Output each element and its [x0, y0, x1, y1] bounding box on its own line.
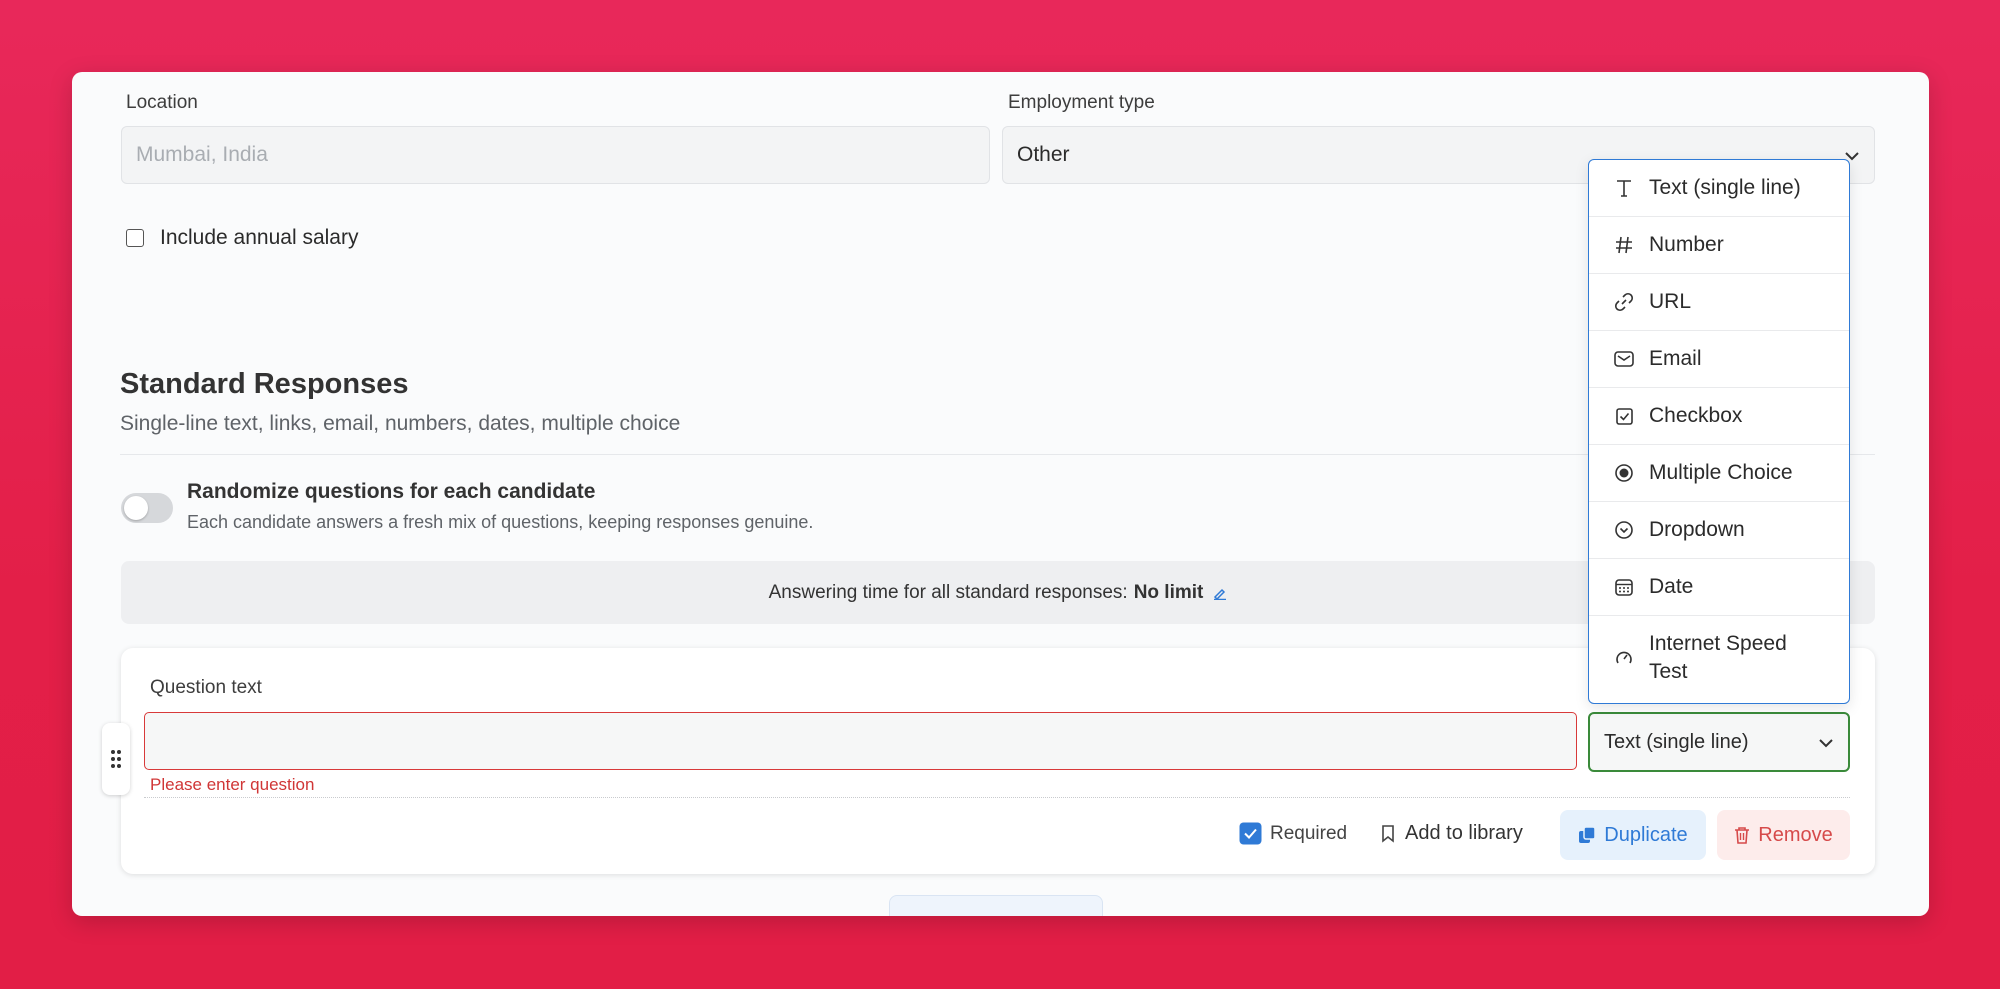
question-type-value: Text (single line): [1604, 730, 1749, 753]
text-icon: [1613, 179, 1635, 197]
bookmark-icon: [1381, 824, 1395, 843]
employment-type-value: Other: [1017, 143, 1070, 166]
link-icon: [1613, 292, 1635, 312]
duplicate-icon: [1578, 826, 1597, 844]
randomize-description: Each candidate answers a fresh mix of qu…: [187, 512, 814, 532]
hash-icon: [1613, 236, 1635, 254]
menu-item-label: Checkbox: [1649, 404, 1743, 427]
add-question-button[interactable]: [889, 895, 1103, 916]
menu-item-internet-speed-test[interactable]: Internet Speed Test: [1589, 616, 1849, 700]
menu-item-url[interactable]: URL: [1589, 274, 1849, 331]
chevron-circle-icon: [1613, 521, 1635, 539]
remove-label: Remove: [1758, 823, 1833, 846]
answering-time-value: No limit: [1133, 581, 1204, 603]
duplicate-button[interactable]: Duplicate: [1560, 810, 1706, 860]
menu-item-label: URL: [1649, 290, 1692, 313]
menu-item-text[interactable]: Text (single line): [1589, 160, 1849, 217]
menu-item-number[interactable]: Number: [1589, 217, 1849, 274]
required-checkbox-row[interactable]: Required: [1239, 822, 1347, 845]
duplicate-label: Duplicate: [1604, 823, 1688, 846]
salary-checkbox-label: Include annual salary: [160, 226, 359, 249]
menu-item-label: Number: [1649, 233, 1724, 256]
answering-time-prefix: Answering time for all standard response…: [768, 581, 1128, 603]
menu-item-date[interactable]: Date: [1589, 559, 1849, 616]
menu-item-multiple-choice[interactable]: Multiple Choice: [1589, 445, 1849, 502]
menu-item-email[interactable]: Email: [1589, 331, 1849, 388]
menu-item-label: Date: [1649, 575, 1694, 598]
menu-item-label: Multiple Choice: [1649, 461, 1793, 484]
menu-item-label: Internet Speed Test: [1649, 632, 1787, 683]
speedometer-icon: [1613, 649, 1635, 667]
salary-checkbox[interactable]: [126, 229, 144, 247]
menu-item-dropdown[interactable]: Dropdown: [1589, 502, 1849, 559]
calendar-icon: [1613, 578, 1635, 596]
question-text-input[interactable]: [144, 712, 1577, 770]
section-subtitle: Single-line text, links, email, numbers,…: [120, 412, 681, 435]
menu-item-checkbox[interactable]: Checkbox: [1589, 388, 1849, 445]
question-type-menu: Text (single line) Number URL Email Chec…: [1588, 159, 1850, 704]
randomize-title: Randomize questions for each candidate: [187, 480, 596, 503]
question-divider: [144, 797, 1850, 798]
checkbox-icon: [1613, 407, 1635, 425]
menu-item-label: Text (single line): [1649, 176, 1801, 199]
edit-icon[interactable]: [1213, 586, 1227, 600]
randomize-toggle[interactable]: [121, 493, 173, 523]
menu-item-label: Dropdown: [1649, 518, 1745, 541]
question-type-select[interactable]: Text (single line): [1588, 712, 1850, 772]
employment-type-label: Employment type: [1008, 92, 1155, 113]
question-error-message: Please enter question: [150, 775, 315, 794]
radio-icon: [1613, 464, 1635, 482]
remove-button[interactable]: Remove: [1717, 810, 1850, 860]
section-title: Standard Responses: [120, 368, 409, 400]
location-input[interactable]: Mumbai, India: [121, 126, 990, 184]
location-label: Location: [126, 92, 198, 113]
chevron-down-icon: [1818, 731, 1834, 754]
drag-handle-icon[interactable]: [102, 723, 130, 795]
add-to-library-button[interactable]: Add to library: [1381, 822, 1523, 845]
question-text-label: Question text: [150, 677, 262, 698]
location-placeholder: Mumbai, India: [136, 143, 268, 166]
menu-item-label: Email: [1649, 347, 1702, 370]
trash-icon: [1734, 826, 1750, 844]
mail-icon: [1613, 351, 1635, 367]
salary-checkbox-row[interactable]: Include annual salary: [126, 226, 358, 250]
required-checkbox[interactable]: [1239, 822, 1262, 845]
required-label: Required: [1270, 822, 1348, 844]
add-to-library-label: Add to library: [1405, 822, 1523, 844]
